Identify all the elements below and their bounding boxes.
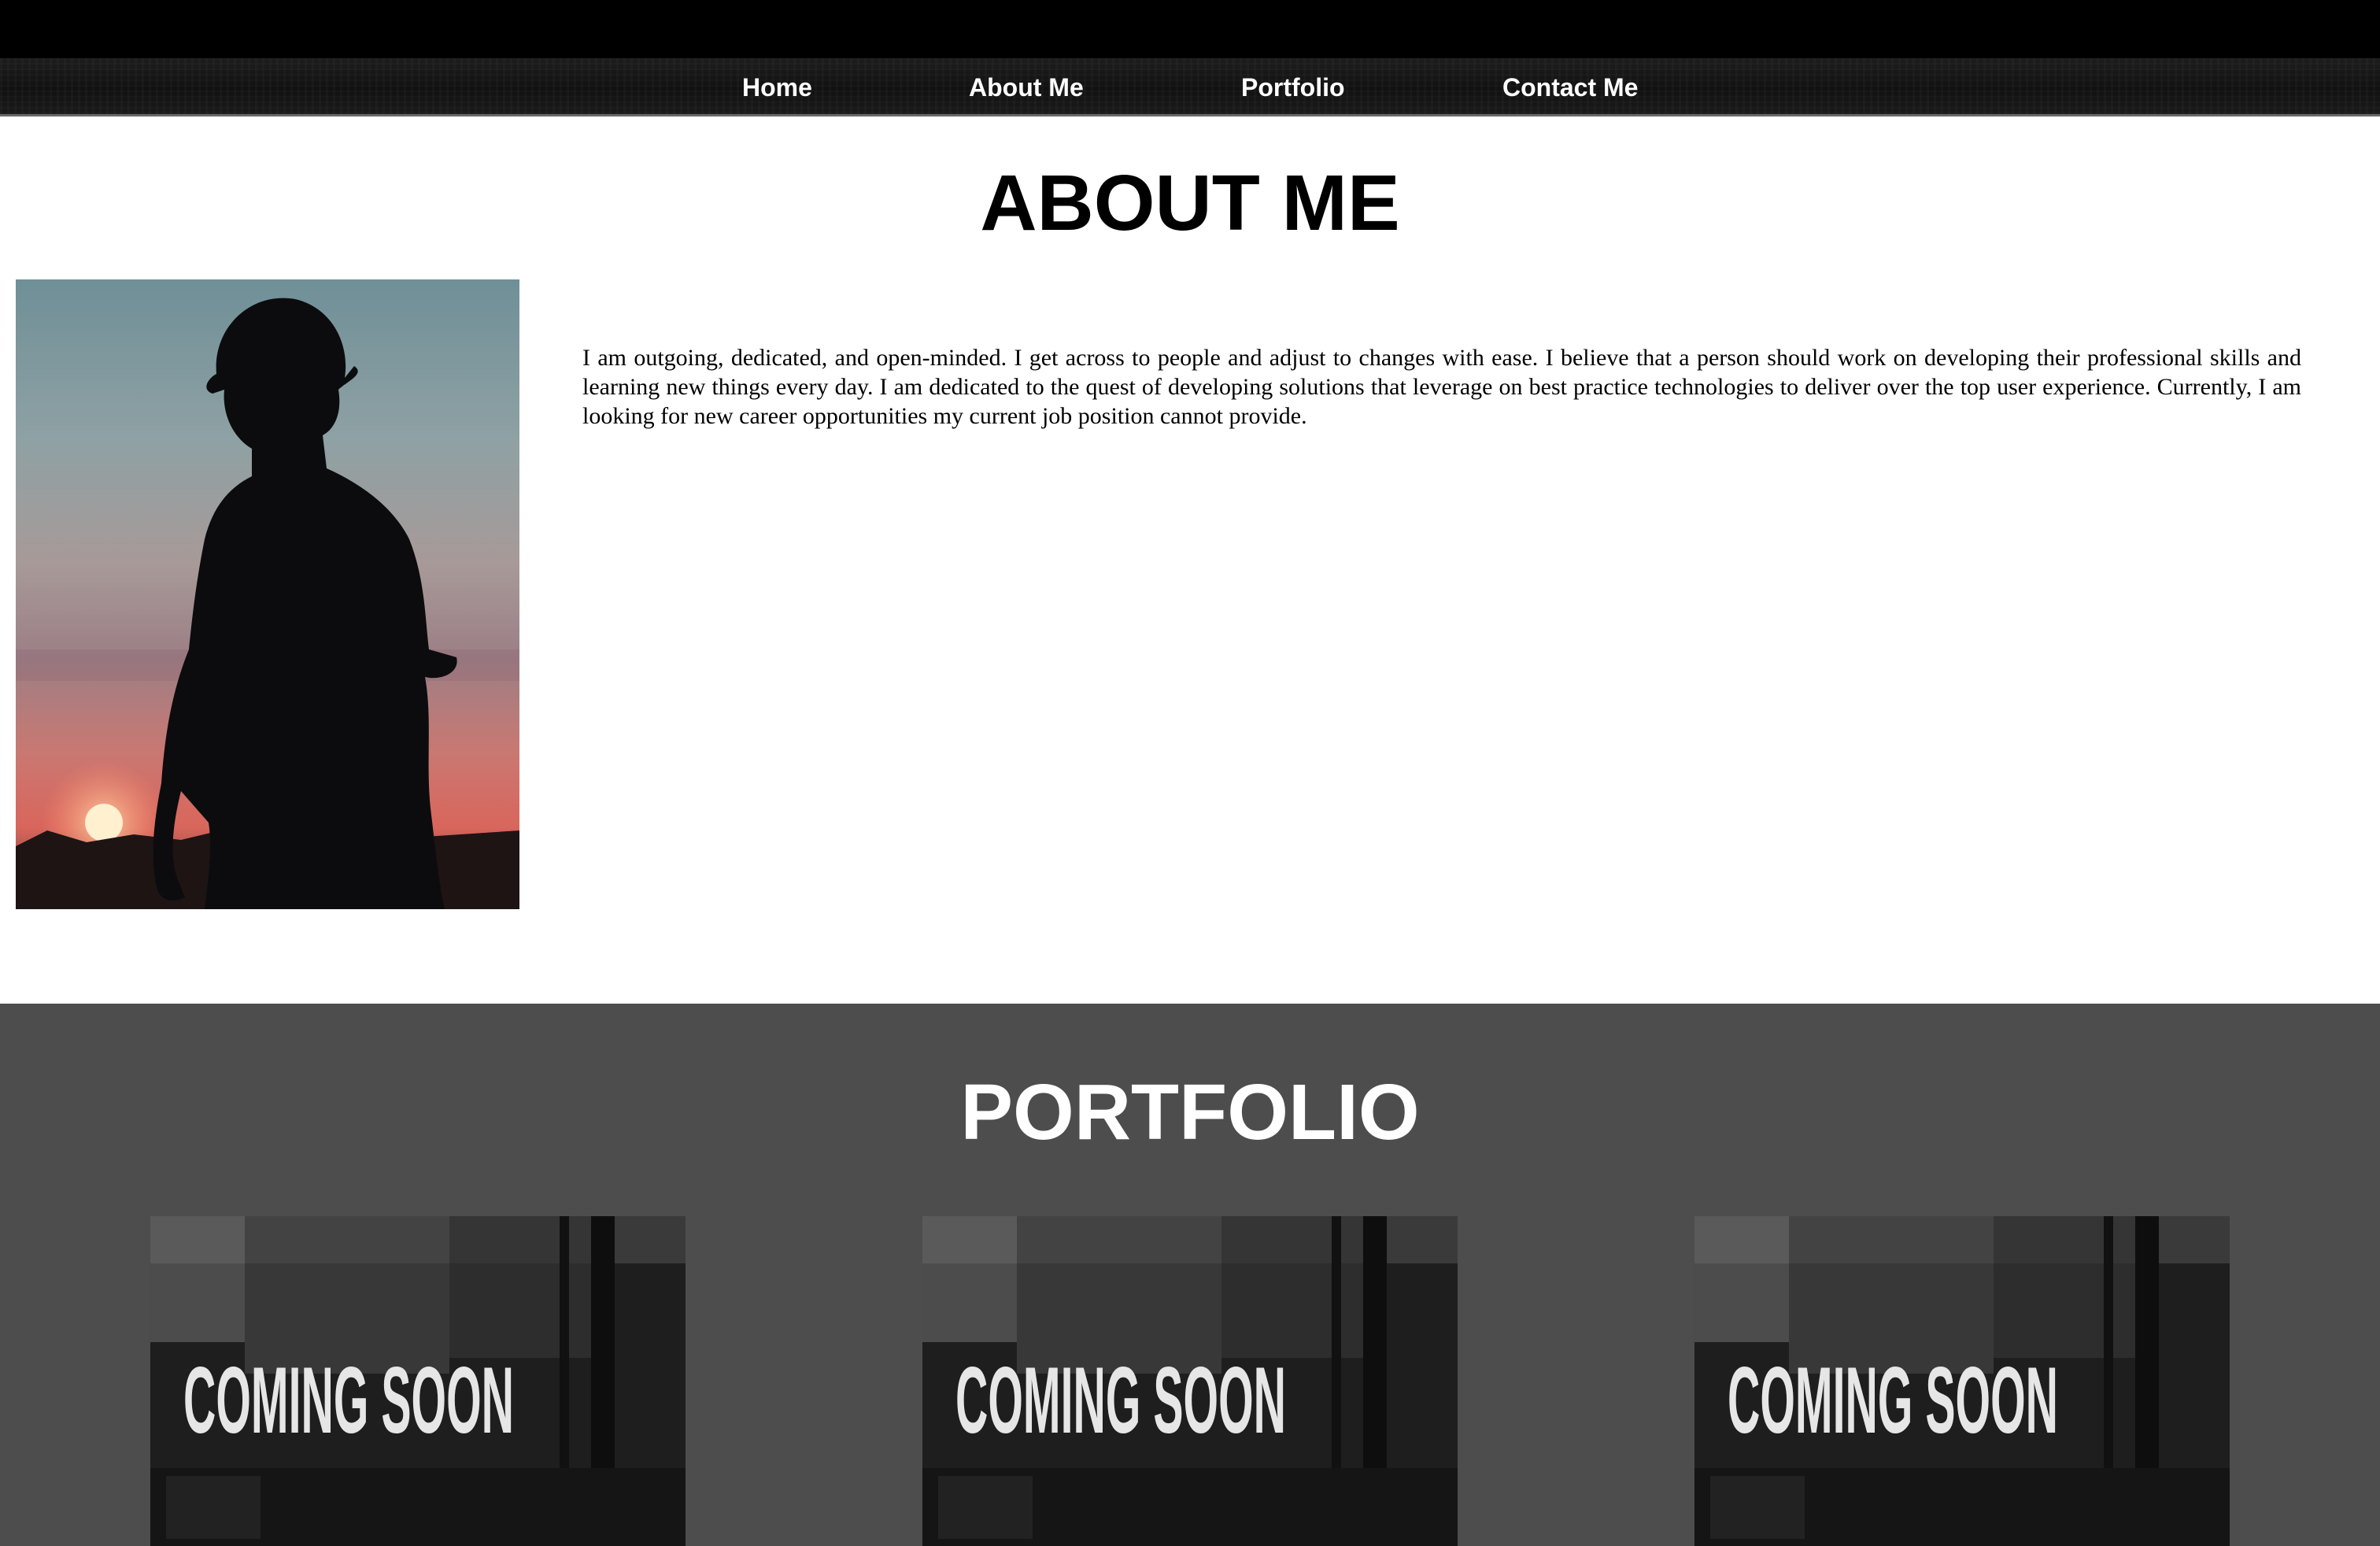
portfolio-section: PORTFOLIO COMING SOON COMING SOON COMING… — [0, 1004, 2380, 1546]
portfolio-card-3[interactable]: COMING SOON — [1694, 1216, 2230, 1546]
about-me-heading: ABOUT ME — [980, 159, 1400, 247]
nav-link-home[interactable]: Home — [742, 74, 812, 101]
main-navbar: Home About Me Portfolio Contact Me — [0, 58, 2380, 117]
portfolio-card-2[interactable]: COMING SOON — [922, 1216, 1458, 1546]
coming-soon-caption: COMING SOON — [183, 1348, 514, 1453]
coming-soon-caption: COMING SOON — [1728, 1348, 2058, 1453]
coming-soon-image: COMING SOON — [1694, 1216, 2230, 1546]
coming-soon-image: COMING SOON — [150, 1216, 686, 1546]
nav-link-contact-me[interactable]: Contact Me — [1502, 74, 1638, 101]
coming-soon-image: COMING SOON — [922, 1216, 1458, 1546]
portfolio-heading: PORTFOLIO — [960, 1068, 1420, 1156]
coming-soon-caption: COMING SOON — [955, 1348, 1286, 1453]
about-me-bio: I am outgoing, dedicated, and open-minde… — [582, 345, 2301, 429]
portfolio-card-1[interactable]: COMING SOON — [150, 1216, 686, 1546]
profile-photo — [16, 279, 519, 909]
top-strip — [0, 0, 2380, 58]
nav-link-portfolio[interactable]: Portfolio — [1241, 74, 1345, 101]
nav-link-about-me[interactable]: About Me — [969, 74, 1084, 101]
